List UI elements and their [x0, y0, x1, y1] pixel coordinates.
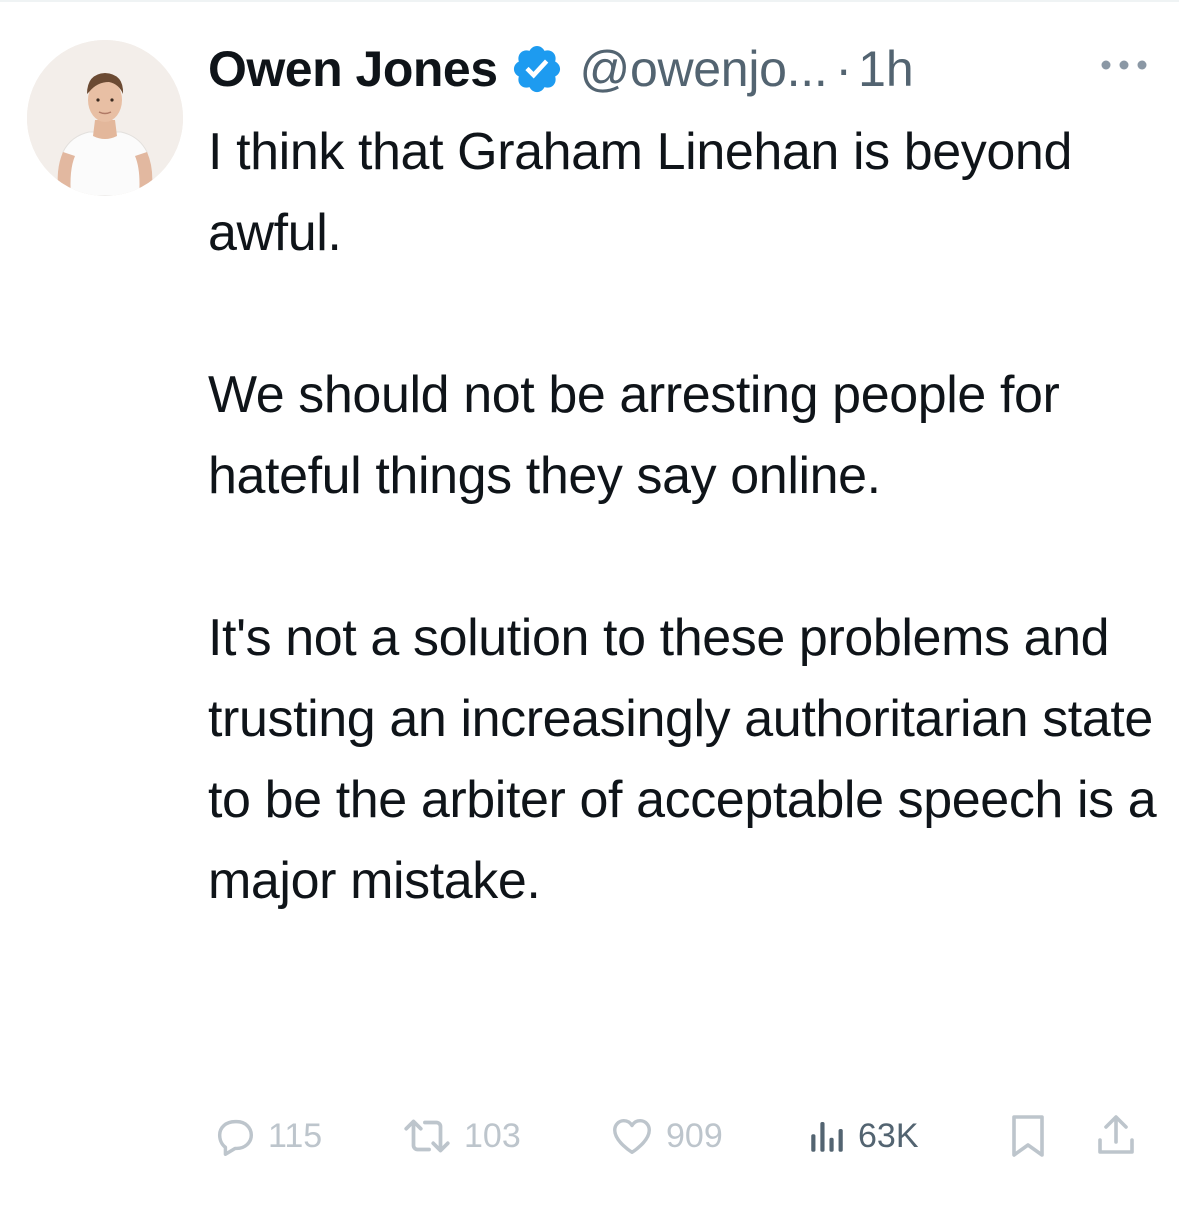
- like-button[interactable]: 909: [608, 1108, 723, 1164]
- views-count: 63K: [858, 1116, 919, 1155]
- retweet-icon: [400, 1113, 454, 1159]
- share-icon: [1094, 1112, 1138, 1160]
- tweet[interactable]: Owen Jones @owenjo... · 1h I think that …: [0, 0, 1179, 1224]
- share-button[interactable]: [1094, 1108, 1138, 1164]
- avatar-photo: [27, 40, 183, 196]
- handle[interactable]: @owenjo...: [580, 40, 828, 98]
- heart-icon: [608, 1113, 656, 1159]
- tweet-text: I think that Graham Linehan is beyond aw…: [208, 112, 1158, 922]
- more-options-icon[interactable]: [1096, 50, 1152, 80]
- timestamp[interactable]: 1h: [858, 40, 914, 98]
- tweet-paragraph: It's not a solution to these problems an…: [208, 609, 1157, 910]
- avatar[interactable]: [27, 40, 183, 196]
- tweet-paragraph: We should not be arresting people for ha…: [208, 366, 1060, 505]
- separator-dot: ·: [835, 41, 853, 97]
- tweet-header: Owen Jones @owenjo... · 1h: [208, 36, 914, 102]
- reply-button[interactable]: 115: [212, 1108, 322, 1164]
- bookmark-button[interactable]: [1008, 1108, 1048, 1164]
- action-bar: 115 103 909 63K: [208, 1108, 1153, 1164]
- tweet-paragraph: I think that Graham Linehan is beyond aw…: [208, 123, 1072, 262]
- display-name[interactable]: Owen Jones: [208, 40, 498, 98]
- retweet-count: 103: [464, 1116, 521, 1155]
- views-icon: [806, 1115, 848, 1157]
- like-count: 909: [666, 1116, 723, 1155]
- views-button[interactable]: 63K: [806, 1108, 919, 1164]
- reply-count: 115: [268, 1116, 323, 1155]
- retweet-button[interactable]: 103: [400, 1108, 521, 1164]
- verified-badge-icon[interactable]: [510, 42, 564, 96]
- reply-icon: [212, 1113, 258, 1159]
- bookmark-icon: [1008, 1112, 1048, 1160]
